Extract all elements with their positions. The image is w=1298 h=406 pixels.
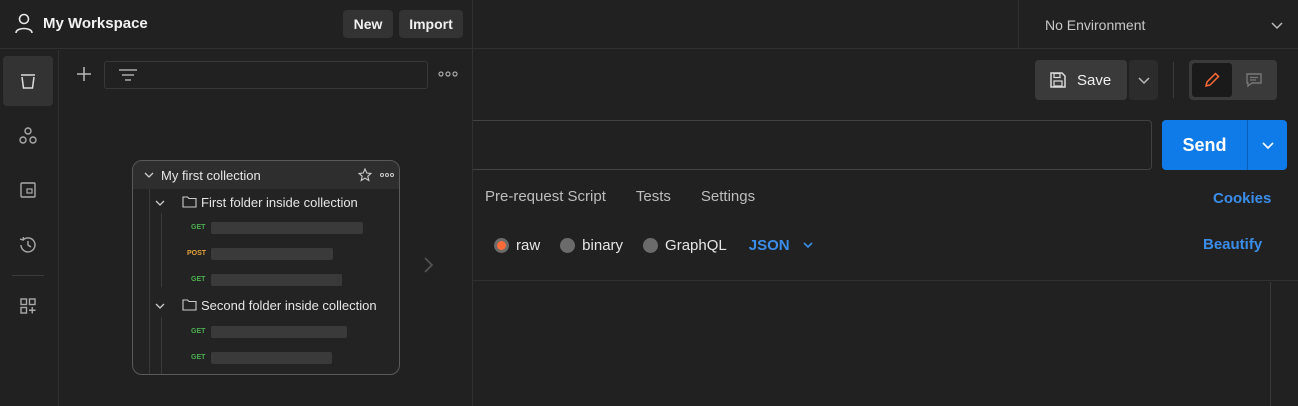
method-badge: GET xyxy=(191,276,206,283)
request-url-input[interactable] xyxy=(460,120,1152,170)
folder-row[interactable]: First folder inside collection xyxy=(133,191,399,215)
radio-dot xyxy=(643,237,659,253)
radio-binary-label: binary xyxy=(582,236,624,254)
workspace-header: My Workspace New Import xyxy=(0,0,473,49)
rail-item-environments[interactable] xyxy=(3,165,53,215)
radio-graphql[interactable]: GraphQL xyxy=(643,237,727,254)
method-badge: GET xyxy=(191,354,206,361)
chevron-down-icon xyxy=(803,242,813,249)
beautify-link[interactable]: Beautify xyxy=(1203,236,1262,253)
pencil-icon xyxy=(1204,72,1220,88)
plus-icon xyxy=(77,67,91,81)
environment-selector-label: No Environment xyxy=(1045,16,1146,33)
radio-raw-label: raw xyxy=(516,236,541,254)
rail-item-configure-workspace[interactable] xyxy=(3,281,53,331)
request-row[interactable]: POST xyxy=(133,248,399,264)
send-options-button[interactable] xyxy=(1247,120,1287,170)
import-button[interactable]: Import xyxy=(399,10,463,38)
collection-name: My first collection xyxy=(161,168,261,183)
send-button[interactable]: Send xyxy=(1162,120,1247,170)
comments-mode-button[interactable] xyxy=(1234,63,1274,97)
comment-icon xyxy=(1246,73,1262,88)
editor-divider xyxy=(473,280,1298,281)
rail-item-collections[interactable] xyxy=(3,56,53,106)
collections-icon xyxy=(21,74,35,89)
chevron-right-icon[interactable] xyxy=(422,256,434,274)
save-options-button[interactable] xyxy=(1129,60,1158,100)
radio-dot xyxy=(560,237,576,253)
history-icon xyxy=(19,236,36,253)
collection-header[interactable]: My first collection xyxy=(133,161,399,189)
method-badge: GET xyxy=(191,328,206,335)
request-name-placeholder xyxy=(211,274,342,286)
user-icon xyxy=(15,13,33,34)
chevron-down-icon xyxy=(144,172,154,178)
request-name-placeholder xyxy=(211,222,363,234)
filter-icon xyxy=(119,69,137,81)
sidebar-rail xyxy=(0,50,59,406)
more-options-button[interactable] xyxy=(438,67,458,81)
folder-name: First folder inside collection xyxy=(201,195,358,210)
add-collection-button[interactable] xyxy=(73,63,95,85)
save-button[interactable]: Save xyxy=(1035,60,1127,100)
request-name-placeholder xyxy=(211,352,332,364)
more-horizontal-icon xyxy=(438,71,458,77)
folder-icon xyxy=(182,299,197,311)
toolbar-divider xyxy=(1173,62,1174,98)
request-name-placeholder xyxy=(211,248,333,260)
apis-icon xyxy=(19,127,37,144)
new-button[interactable]: New xyxy=(343,10,393,38)
edit-mode-button[interactable] xyxy=(1192,63,1232,97)
chevron-down-icon xyxy=(155,303,165,309)
chevron-down-icon xyxy=(1271,21,1283,29)
rail-divider xyxy=(12,275,44,276)
tab-pre-request-script[interactable]: Pre-request Script xyxy=(485,188,606,212)
send-button-label: Send xyxy=(1182,134,1227,155)
folder-icon xyxy=(182,196,197,208)
body-type-options: raw binary GraphQL JSON xyxy=(466,234,814,256)
more-horizontal-icon[interactable] xyxy=(380,172,394,178)
folder-row[interactable]: Second folder inside collection xyxy=(133,294,399,318)
save-button-label: Save xyxy=(1077,71,1112,89)
request-name-placeholder xyxy=(211,326,347,338)
editor-scrollbar[interactable] xyxy=(1270,282,1288,406)
folder-name: Second folder inside collection xyxy=(201,298,377,313)
request-row[interactable]: GET xyxy=(133,222,399,238)
request-row[interactable]: GET xyxy=(133,274,399,290)
request-row[interactable]: GET xyxy=(133,352,399,368)
radio-dot-selected xyxy=(494,237,509,253)
chevron-down-icon xyxy=(155,200,165,206)
rail-item-history[interactable] xyxy=(3,220,53,270)
sidebar: My Workspace New Import My first collect… xyxy=(0,0,473,406)
collection-preview-card: My first collection First folder inside … xyxy=(132,160,400,375)
language-select[interactable]: JSON xyxy=(749,237,814,254)
request-row[interactable]: GET xyxy=(133,326,399,342)
chevron-down-icon xyxy=(1261,142,1274,150)
save-icon xyxy=(1050,72,1066,88)
request-tabs: Pre-request Script Tests Settings xyxy=(485,188,755,212)
method-badge: GET xyxy=(191,224,206,231)
rail-item-apis[interactable] xyxy=(3,111,53,161)
filter-input[interactable] xyxy=(104,61,428,89)
language-select-label: JSON xyxy=(748,236,790,254)
radio-binary[interactable]: binary xyxy=(560,237,623,254)
cookies-link[interactable]: Cookies xyxy=(1213,190,1271,207)
tab-settings[interactable]: Settings xyxy=(701,188,755,212)
radio-raw[interactable]: raw xyxy=(494,237,540,254)
environment-selector[interactable]: No Environment xyxy=(1018,0,1298,49)
star-icon[interactable] xyxy=(358,168,372,182)
method-badge: POST xyxy=(187,250,207,257)
tab-tests[interactable]: Tests xyxy=(636,188,671,212)
workspace-name[interactable]: My Workspace xyxy=(43,15,148,32)
radio-graphql-label: GraphQL xyxy=(665,236,727,254)
environments-icon xyxy=(20,182,36,198)
chevron-down-icon xyxy=(1137,77,1150,85)
configure-workspace-icon xyxy=(20,298,36,314)
